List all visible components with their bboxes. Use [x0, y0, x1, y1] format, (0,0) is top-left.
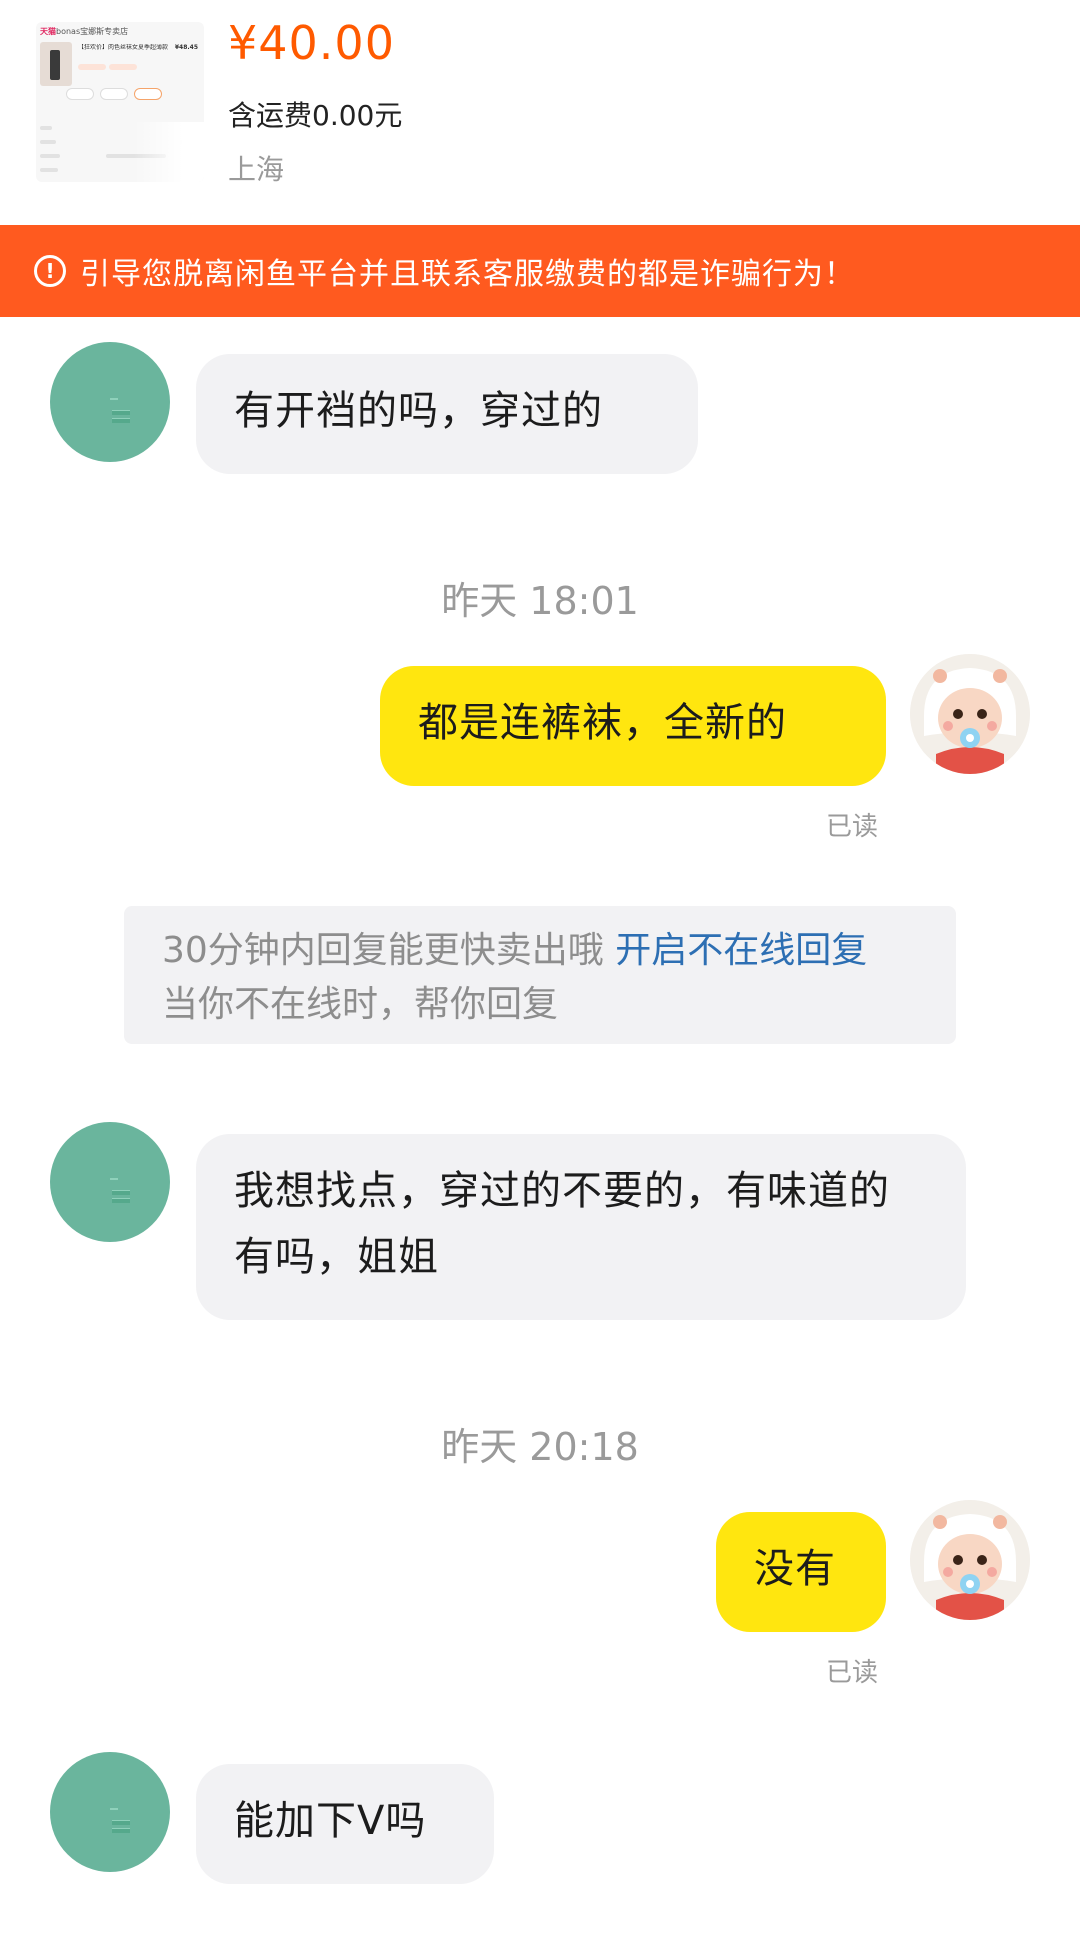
thumbnail-title: 【狂欢价】肉色丝袜女夏季超薄款 [78, 44, 169, 51]
thumbnail-price: ¥48.45 [174, 44, 198, 51]
message-timestamp: 昨天 20:18 [441, 1425, 639, 1469]
tip-text: 30分钟内回复能更快卖出哦 [162, 930, 604, 971]
thumbnail-line [40, 140, 56, 144]
product-header[interactable]: 天猫bonas宝娜斯专卖店 【狂欢价】肉色丝袜女夏季超薄款 ¥48.45 ¥40… [0, 0, 1080, 225]
read-status: 已读 [826, 1658, 879, 1688]
seller-avatar[interactable] [910, 654, 1030, 774]
buyer-avatar[interactable] [50, 1122, 170, 1242]
seller-avatar[interactable] [910, 1500, 1030, 1620]
enable-offline-reply-link[interactable]: 开启不在线回复 [615, 930, 867, 971]
shipping-fee: 含运费0.00元 [228, 99, 403, 132]
read-status: 已读 [826, 812, 879, 842]
tip-subtext: 当你不在线时，帮你回复 [162, 984, 559, 1025]
buyer-message-bubble[interactable]: 有开裆的吗，穿过的 [196, 354, 698, 474]
buyer-avatar[interactable] [50, 342, 170, 462]
seller-message-bubble[interactable]: 都是连裤袜，全新的 [380, 666, 886, 786]
baby-avatar-icon [910, 1500, 1030, 1620]
fraud-warning-banner: ! 引导您脱离闲鱼平台并且联系客服缴费的都是诈骗行为！ [0, 225, 1080, 317]
buyer-message-bubble[interactable]: 能加下V吗 [196, 1764, 494, 1884]
buyer-message-bubble[interactable]: 我想找点，穿过的不要的，有味道的有吗，姐姐 [196, 1134, 966, 1320]
product-thumbnail[interactable]: 天猫bonas宝娜斯专卖店 【狂欢价】肉色丝袜女夏季超薄款 ¥48.45 [36, 22, 204, 182]
quick-reply-tip: 30分钟内回复能更快卖出哦 开启不在线回复 当你不在线时，帮你回复 [124, 906, 956, 1044]
warning-text: 引导您脱离闲鱼平台并且联系客服缴费的都是诈骗行为！ [80, 257, 855, 292]
seller-message-bubble[interactable]: 没有 [716, 1512, 886, 1632]
thumbnail-product-image [40, 42, 72, 86]
thumbnail-buttons [66, 88, 162, 100]
thumbnail-line [40, 154, 60, 158]
baby-avatar-icon [910, 654, 1030, 774]
alert-circle-icon: ! [34, 255, 66, 287]
product-price: ¥40.00 [228, 16, 395, 70]
tip-line-1: 30分钟内回复能更快卖出哦 开启不在线回复 [162, 924, 918, 978]
thumbnail-fade [134, 122, 204, 182]
thumbnail-line [40, 168, 58, 172]
thumbnail-shop: 天猫bonas宝娜斯专卖店 [40, 27, 129, 36]
message-timestamp: 昨天 18:01 [441, 579, 639, 623]
thumbnail-tags [78, 64, 137, 70]
product-location: 上海 [228, 153, 285, 186]
thumbnail-line [40, 126, 52, 130]
buyer-avatar[interactable] [50, 1752, 170, 1872]
